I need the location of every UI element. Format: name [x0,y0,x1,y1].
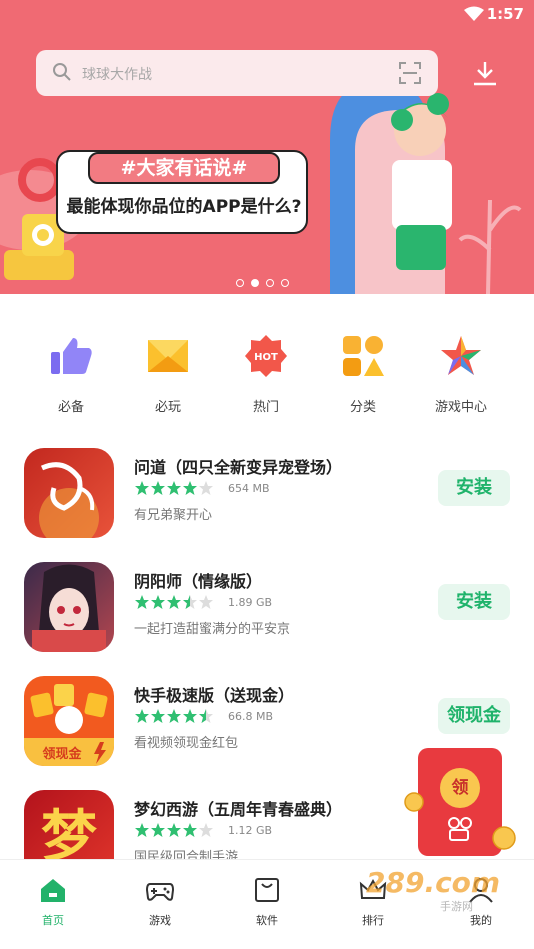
home-icon [41,879,65,902]
nav-games[interactable]: 游戏 [125,876,195,928]
rating-stars [134,480,216,500]
category-game-center[interactable]: 游戏中心 [419,334,503,415]
status-time: 1:57 [486,5,524,23]
search-icon [53,63,71,81]
nav-software[interactable]: 软件 [232,876,302,928]
install-button[interactable]: 安装 [438,470,510,506]
category-label: 必玩 [154,400,181,415]
category-label: 分类 [349,400,376,415]
star-rating-icon [135,481,213,495]
nav-home[interactable]: 首页 [18,876,88,928]
scan-icon[interactable] [398,61,422,85]
red-packet-float[interactable]: 领 [404,748,516,856]
wifi-icon [464,6,484,21]
get-cash-button[interactable]: 领现金 [438,698,510,734]
rating-stars [134,822,216,842]
hot-badge-text: HOT [254,352,278,363]
star-icon [441,336,481,375]
install-button[interactable]: 安装 [438,584,510,620]
red-packet-coin: 领 [440,768,480,808]
app-size: 66.8 MB [228,710,274,723]
category-label: 游戏中心 [434,400,487,415]
app-name: 问道（四只全新变异宠登场） [134,458,343,477]
app-desc: 看视频领现金红包 [134,736,239,751]
star-rating-icon [135,823,213,837]
rating-stars [134,594,216,614]
banner-tag: #大家有话说# [88,152,280,184]
carousel-dot[interactable] [236,279,244,287]
app-desc: 一起打造甜蜜满分的平安京 [134,622,291,637]
promo-banner[interactable]: 1:57 球球大作战 #大家有话说# 最能体现你品位的APP是什么? [0,0,534,294]
app-desc: 有兄弟聚开心 [134,508,213,523]
category-biwan[interactable]: 必玩 [126,334,210,415]
screen: 1:57 球球大作战 #大家有话说# 最能体现你品位的APP是什么? 必备 必玩… [0,0,534,949]
app-icon-art [39,462,99,538]
hot-badge-icon: HOT [245,335,287,377]
category-label: 热门 [252,400,279,415]
app-icon [24,448,114,538]
app-icon-art: 领现金 [24,684,114,766]
download-icon[interactable] [472,60,498,86]
thumbs-up-icon [51,338,92,374]
nav-label: 软件 [256,914,278,927]
carousel-dot[interactable] [281,279,289,287]
star-rating-icon [135,595,213,609]
app-icon-art [32,564,106,652]
app-name: 梦幻西游（五周年青春盛典） [134,800,343,819]
category-grid-icon [343,336,384,376]
category-fenlei[interactable]: 分类 [321,334,405,415]
app-size: 654 MB [228,482,270,495]
nav-label: 首页 [42,914,64,927]
app-size: 1.12 GB [228,824,273,837]
kuaishou-logo-icon [448,817,472,841]
carousel-dot[interactable] [266,279,274,287]
search-bar[interactable]: 球球大作战 [36,50,438,96]
gamepad-icon [145,883,175,901]
gold-coin-icon [492,826,516,850]
app-icon: 领现金 [24,676,114,766]
category-remen[interactable]: HOT 热门 [224,334,308,415]
category-label: 必备 [57,400,84,415]
nav-label: 游戏 [149,914,171,927]
category-bibei[interactable]: 必备 [29,334,113,415]
app-size: 1.89 GB [228,596,273,609]
search-input[interactable]: 球球大作战 [82,64,152,84]
star-rating-icon [135,709,213,723]
rating-stars [134,708,216,728]
banner-title: 最能体现你品位的APP是什么? [66,197,302,217]
status-bar: 1:57 [0,0,534,30]
app-icon-label: 领现金 [42,746,82,762]
banner-illustration [0,80,522,294]
app-icon [24,562,114,652]
app-name: 快手极速版（送现金） [134,686,295,705]
software-bag-icon [255,878,279,902]
carousel-dot-active[interactable] [251,279,259,287]
nav-label: 排行 [362,914,384,927]
nav-label: 我的 [470,914,492,927]
ticket-icon [148,340,188,372]
app-item[interactable]: 阴阳师（情缘版） 1.89 GB 一起打造甜蜜满分的平安京 安装 [0,562,534,672]
gold-coin-icon [404,792,424,812]
watermark-logo: 289.com [366,866,501,899]
watermark-subtitle: 手游网 [440,900,473,913]
app-item[interactable]: 问道（四只全新变异宠登场） 654 MB 有兄弟聚开心 安装 [0,448,534,558]
carousel-dots [236,272,296,291]
app-name: 阴阳师（情缘版） [134,572,263,591]
